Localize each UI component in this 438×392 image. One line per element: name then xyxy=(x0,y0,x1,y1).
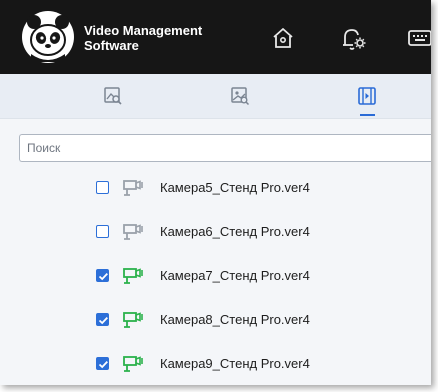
camera-label: Камера9_Стенд Pro.ver4 xyxy=(160,356,310,371)
camera-label: Камера6_Стенд Pro.ver4 xyxy=(160,224,310,239)
image-gallery-icon xyxy=(231,87,250,106)
video-tab[interactable] xyxy=(347,80,387,116)
camera-checkbox[interactable] xyxy=(96,313,109,326)
camera-panel-window: Video Management Software Поиск Камера5_… xyxy=(0,0,431,385)
app-title: Video Management Software xyxy=(84,23,234,53)
camera-list-item[interactable]: Камера9_Стенд Pro.ver4 xyxy=(0,344,431,384)
image-search-icon xyxy=(104,87,122,105)
camera-online-icon xyxy=(123,356,143,372)
camera-offline-icon xyxy=(123,224,143,240)
app-header: Video Management Software xyxy=(0,0,431,74)
keyboard-icon[interactable] xyxy=(405,22,431,54)
panda-logo-icon xyxy=(22,11,74,63)
camera-label: Камера5_Стенд Pro.ver4 xyxy=(160,180,310,195)
view-tab-bar xyxy=(0,74,431,119)
image-search-tab[interactable] xyxy=(93,80,133,116)
camera-list-item[interactable]: Камера5_Стенд Pro.ver4 xyxy=(0,168,431,208)
camera-label: Камера7_Стенд Pro.ver4 xyxy=(160,268,310,283)
camera-list-item[interactable]: Камера8_Стенд Pro.ver4 xyxy=(0,300,431,340)
app-title-line2: Software xyxy=(84,38,139,53)
camera-online-icon xyxy=(123,312,143,328)
active-tab-underline xyxy=(360,114,375,116)
camera-checkbox[interactable] xyxy=(96,357,109,370)
camera-checkbox[interactable] xyxy=(96,269,109,282)
bell-settings-icon[interactable] xyxy=(337,22,369,54)
camera-list-item[interactable]: Камера6_Стенд Pro.ver4 xyxy=(0,212,431,252)
camera-checkbox[interactable] xyxy=(96,181,109,194)
image-gallery-tab[interactable] xyxy=(220,80,260,116)
video-film-icon xyxy=(358,87,376,105)
camera-label: Камера8_Стенд Pro.ver4 xyxy=(160,312,310,327)
camera-list-item[interactable]: Камера7_Стенд Pro.ver4 xyxy=(0,256,431,296)
app-title-line1: Video Management xyxy=(84,23,203,38)
camera-online-icon xyxy=(123,268,143,284)
home-icon[interactable] xyxy=(267,22,299,54)
camera-offline-icon xyxy=(123,180,143,196)
search-input[interactable] xyxy=(19,134,431,162)
camera-checkbox[interactable] xyxy=(96,225,109,238)
